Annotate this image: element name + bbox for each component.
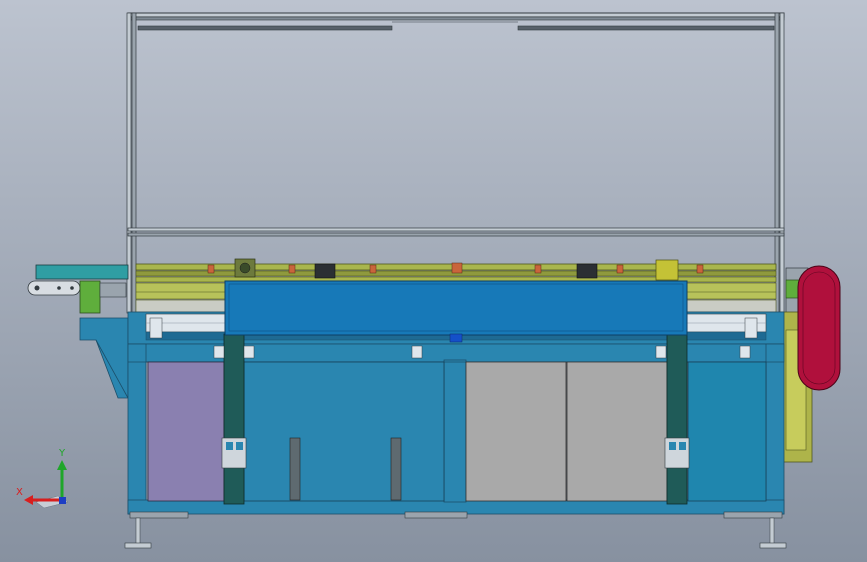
cad-viewport[interactable]: X Y (0, 0, 867, 562)
machine-model-view[interactable]: X Y (0, 0, 867, 562)
knitting-carriage[interactable] (224, 280, 688, 343)
x-axis-label: X (16, 487, 23, 498)
y-axis-label: Y (58, 448, 66, 459)
z-axis-origin (59, 497, 66, 504)
